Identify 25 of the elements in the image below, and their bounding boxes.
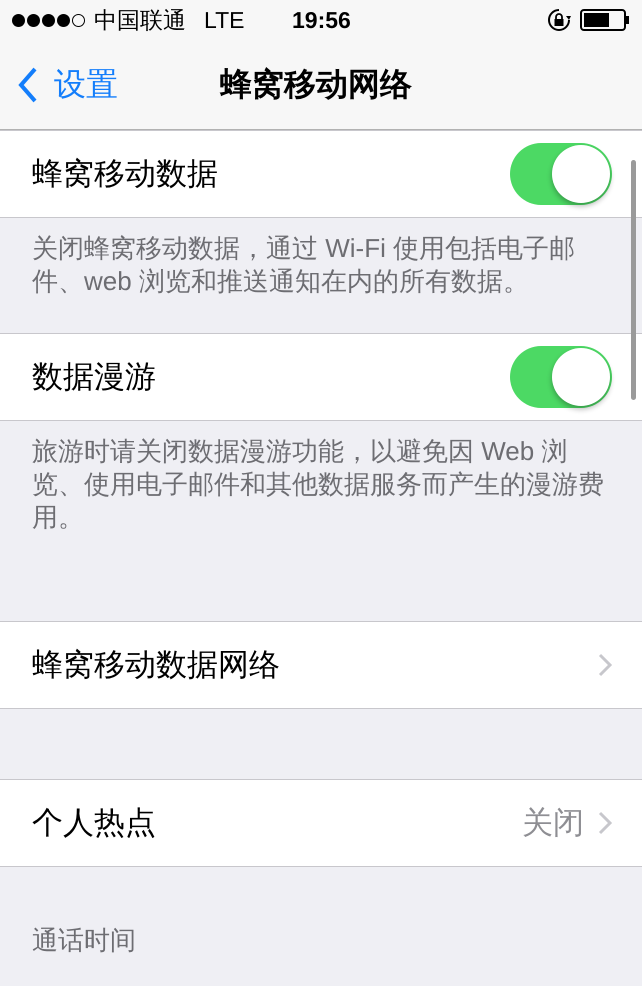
chevron-icon	[598, 811, 612, 835]
rotation-lock-icon	[546, 7, 572, 33]
network-type: LTE	[204, 6, 244, 34]
section-header: 通话时间	[32, 924, 136, 957]
row-label: 蜂窝移动数据	[32, 155, 219, 193]
back-chevron-icon	[18, 66, 38, 102]
settings-row[interactable]: 蜂窝移动数据	[0, 131, 642, 217]
back-button[interactable]: 设置	[0, 62, 118, 106]
nav-title: 蜂窝移动网络	[220, 64, 412, 104]
settings-row[interactable]: 数据漫游	[0, 334, 642, 420]
status-time: 19:56	[292, 6, 351, 34]
row-label: 个人热点	[32, 804, 157, 842]
settings-row[interactable]: 蜂窝移动数据网络	[0, 622, 642, 708]
toggle-switch[interactable]	[510, 143, 612, 205]
carrier-name: 中国联通	[94, 6, 186, 34]
chevron-icon	[598, 653, 612, 677]
row-label: 蜂窝移动数据网络	[32, 646, 281, 684]
battery-icon	[580, 9, 630, 31]
settings-row[interactable]: 个人热点 关闭	[0, 780, 642, 866]
row-value: 关闭	[522, 804, 584, 842]
signal-icon	[12, 14, 85, 26]
footer-text: 关闭蜂窝移动数据，通过 Wi-Fi 使用包括电子邮件、web 浏览和推送通知在内的所有数据。	[32, 232, 576, 298]
row-label: 数据漫游	[32, 358, 157, 396]
footer-text: 旅游时请关闭数据漫游功能，以避免因 Web 浏览、使用电子邮件和其他数据服务而产生的漫游费用。	[32, 435, 605, 534]
toggle-switch[interactable]	[510, 346, 612, 408]
